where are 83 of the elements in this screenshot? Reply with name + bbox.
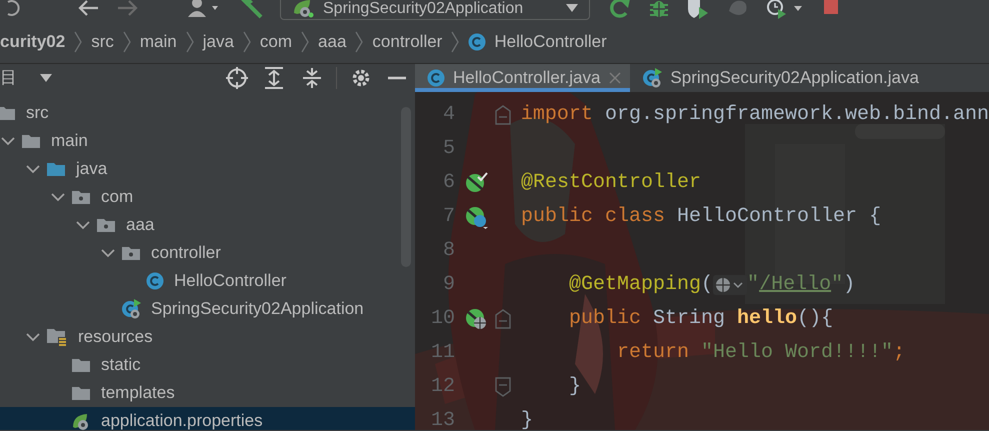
code-text: }	[568, 374, 582, 400]
line-number: 5	[442, 136, 455, 162]
line-number: 11	[430, 340, 455, 366]
tree-item[interactable]: java	[0, 155, 415, 183]
breadcrumb-item[interactable]: curity02	[0, 28, 66, 54]
leaf-gear-icon	[71, 411, 91, 430]
expand-all-icon[interactable]	[264, 67, 284, 89]
breadcrumb-item[interactable]: java	[202, 28, 234, 54]
tree-item[interactable]: static	[0, 351, 415, 379]
folder-icon	[71, 385, 91, 401]
breadcrumb-item[interactable]: com	[260, 28, 292, 54]
chevron-icon	[122, 30, 132, 54]
code-text: @RestController	[521, 170, 702, 196]
breadcrumb-item[interactable]: src	[91, 28, 114, 54]
spring-class-icon	[642, 68, 662, 88]
tree-item[interactable]: src	[0, 99, 415, 127]
code-text: "/Hello")	[747, 272, 856, 298]
folder-icon	[71, 357, 91, 373]
chevron-icon	[450, 30, 460, 54]
code-text: return "Hello Word!!!!";	[616, 340, 906, 366]
file-tab[interactable]: HelloController.java	[415, 64, 630, 92]
code-text: public class HelloController {	[521, 204, 882, 230]
breadcrumb-item[interactable]: main	[140, 28, 177, 54]
tree-item[interactable]: main	[0, 127, 415, 155]
caret-icon[interactable]	[39, 73, 53, 83]
package-icon	[96, 217, 116, 233]
settings-icon[interactable]	[351, 68, 371, 88]
code-text: public String hello(){	[568, 306, 834, 332]
fold-marker-icon[interactable]	[494, 309, 512, 329]
tree-item[interactable]: templates	[0, 379, 415, 407]
fold-marker-icon[interactable]	[494, 105, 512, 125]
class-icon	[427, 69, 445, 87]
folder-icon	[46, 161, 66, 177]
chevron-icon	[354, 30, 364, 54]
folder-icon	[0, 105, 16, 121]
bean-class-icon[interactable]	[465, 205, 489, 229]
line-number: 13	[430, 408, 455, 430]
tree-item[interactable]: HelloController	[0, 267, 415, 295]
line-number: 7	[442, 204, 455, 230]
globe-dropdown-icon[interactable]	[713, 275, 748, 295]
breadcrumb-item[interactable]: controller	[372, 28, 442, 54]
class-icon	[468, 32, 486, 50]
tree-item[interactable]: controller	[0, 239, 415, 267]
file-tab[interactable]: SpringSecurity02Application.java	[630, 64, 927, 92]
chevron-icon	[242, 30, 252, 54]
collapse-all-icon[interactable]	[302, 67, 322, 89]
spring-config-icon	[293, 0, 315, 18]
line-number: 10	[430, 306, 455, 332]
tree-item[interactable]: com	[0, 183, 415, 211]
line-number: 9	[442, 272, 455, 298]
caret-icon	[565, 3, 579, 13]
run-config-dropdown[interactable]: SpringSecurity02Application	[280, 0, 590, 20]
back-arrow-icon[interactable]	[76, 0, 100, 18]
package-icon	[71, 189, 91, 205]
shield-play-icon[interactable]	[686, 0, 710, 19]
tree-item[interactable]: application.properties	[0, 407, 415, 430]
chevron-icon	[300, 30, 310, 54]
tree-item[interactable]: resources	[0, 323, 415, 351]
breadcrumb-item[interactable]: HelloController	[494, 28, 607, 54]
run-config-name: SpringSecurity02Application	[323, 0, 524, 16]
chevron-icon	[184, 30, 195, 54]
class-icon	[146, 272, 164, 290]
code-text: @GetMapping(	[568, 272, 714, 298]
panel-title[interactable]: 目	[0, 65, 17, 91]
breadcrumb-item[interactable]: aaa	[318, 28, 346, 54]
fold-marker-icon[interactable]	[494, 377, 512, 397]
resources-folder-icon	[46, 328, 68, 346]
chevron-icon	[73, 30, 84, 54]
code-text: }	[521, 408, 534, 430]
tree-item[interactable]: aaa	[0, 211, 415, 239]
bean-check-icon[interactable]	[465, 172, 489, 194]
line-number: 6	[442, 170, 455, 196]
code-text: import org.springframework.web.bind.ann	[520, 102, 989, 128]
bean-globe-icon[interactable]	[465, 307, 489, 331]
bug-icon[interactable]	[648, 0, 670, 19]
spring-class-icon	[121, 299, 141, 319]
tree-item[interactable]: SpringSecurity02Application	[0, 295, 415, 323]
line-number: 12	[430, 374, 455, 400]
line-number: 8	[442, 238, 455, 264]
package-icon	[121, 245, 141, 261]
line-number: 4	[442, 102, 455, 128]
folder-icon	[21, 133, 41, 149]
locate-icon[interactable]	[226, 67, 248, 89]
